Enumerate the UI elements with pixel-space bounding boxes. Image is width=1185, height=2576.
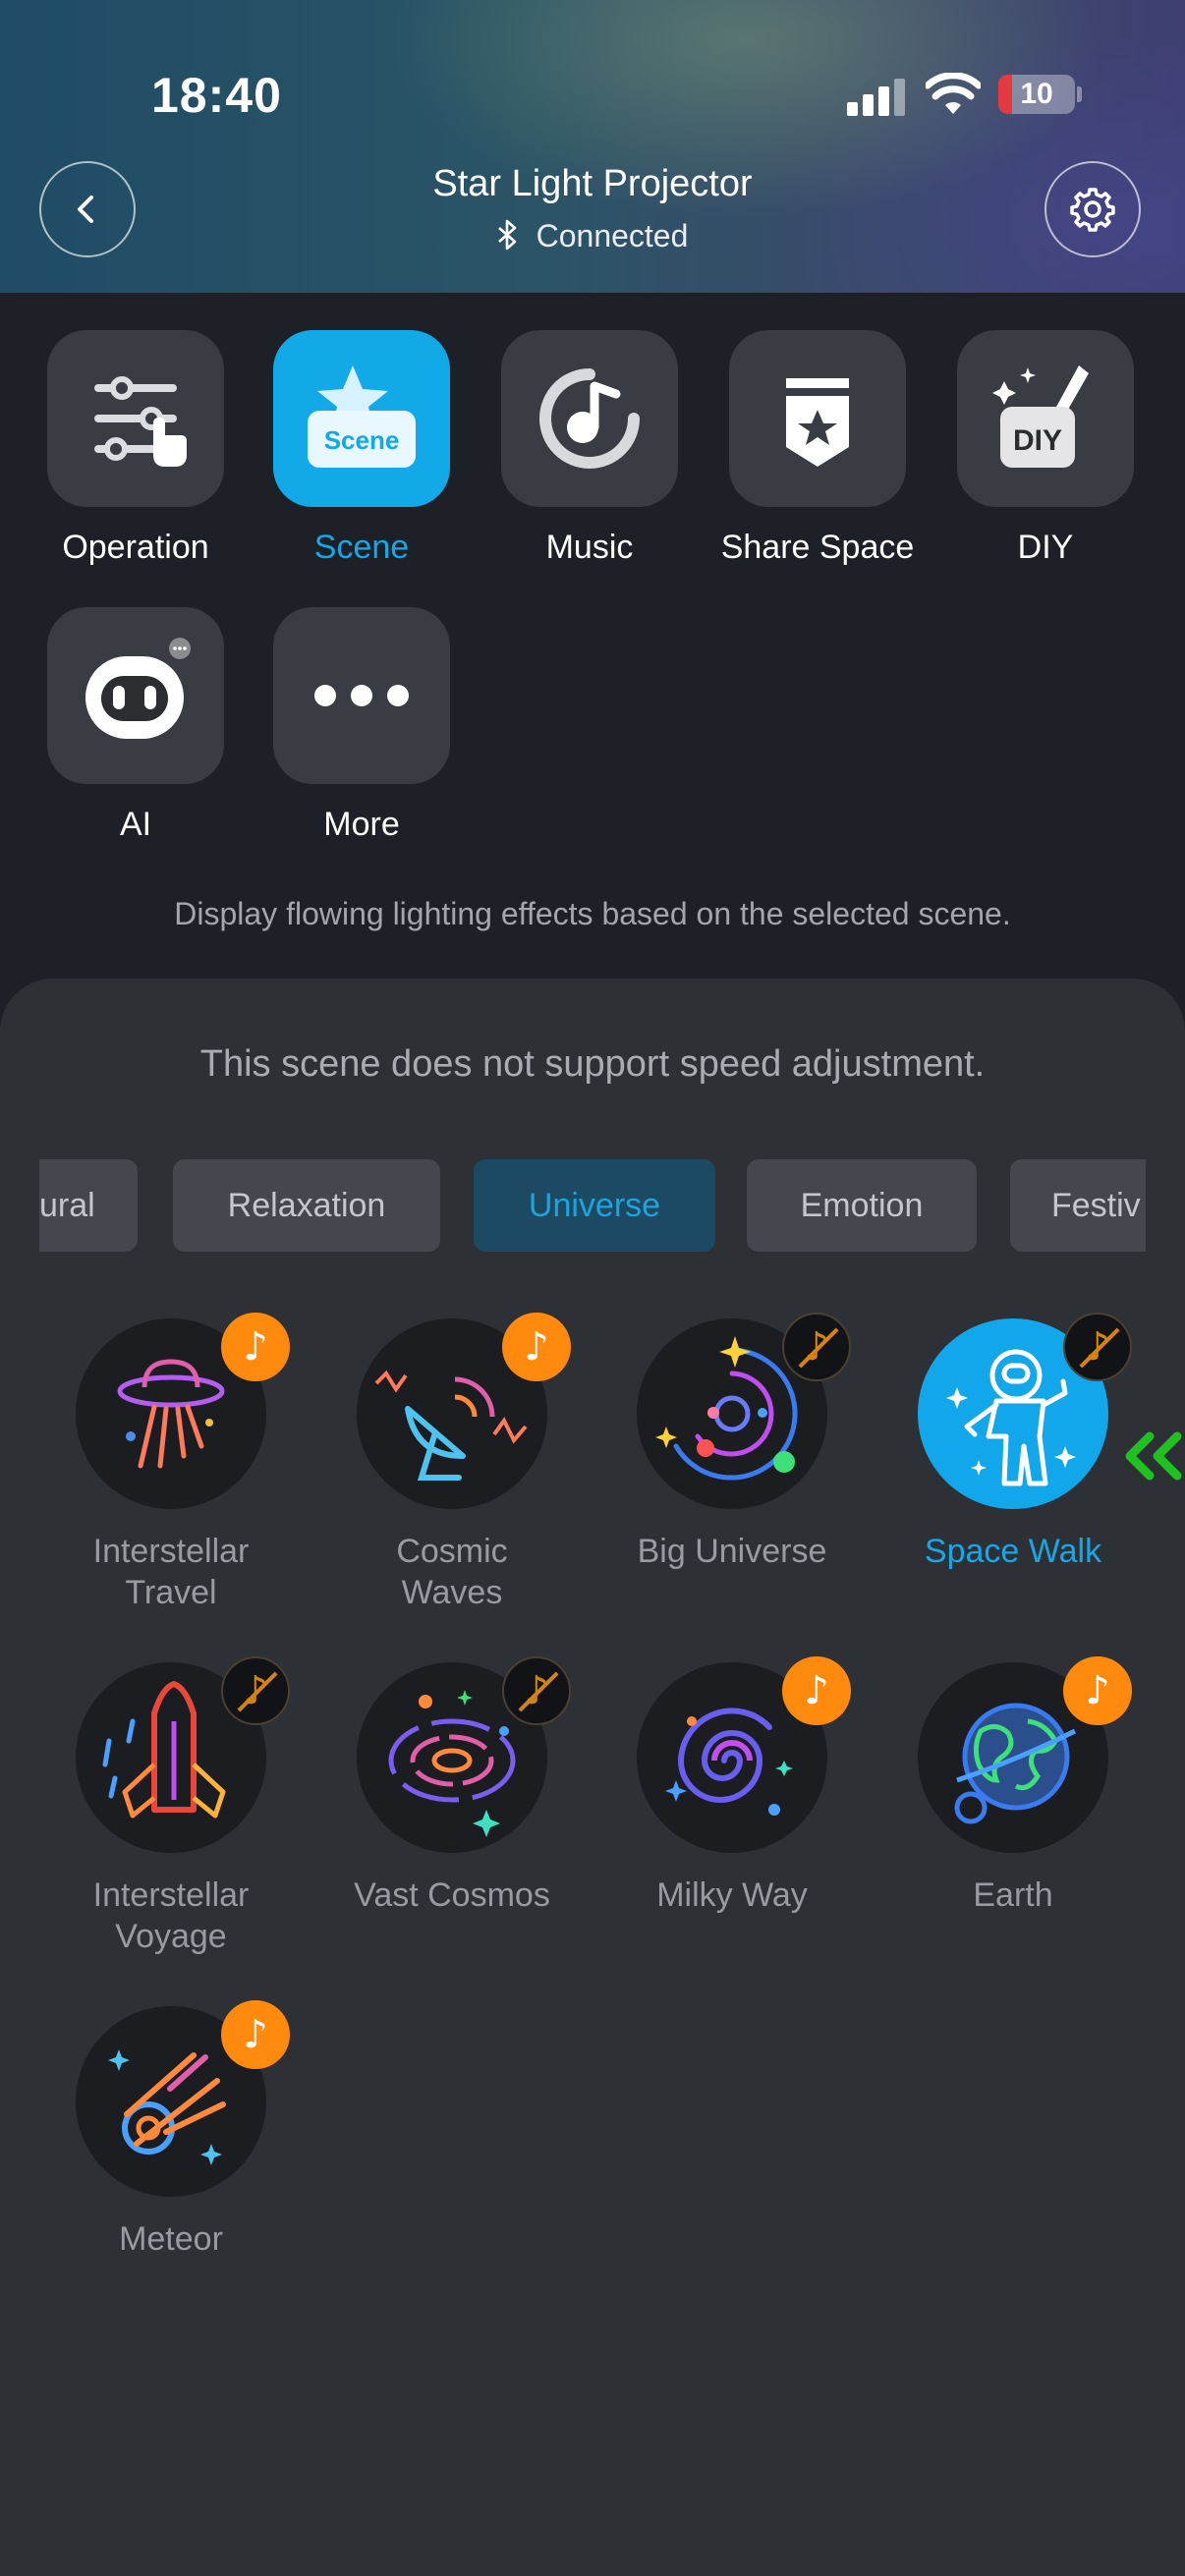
cellular-signal-icon	[847, 77, 906, 116]
sliders-icon	[47, 330, 224, 507]
settings-button[interactable]	[1044, 161, 1141, 257]
music-badge-icon: ♪	[221, 1313, 290, 1381]
speed-notice: This scene does not support speed adjust…	[199, 1043, 986, 1085]
scene-name: Cosmic Waves	[396, 1533, 508, 1611]
mode-scene-label: Scene	[313, 529, 410, 566]
rocket-icon: ♪	[76, 1656, 290, 1853]
connection-label: Connected	[536, 218, 689, 253]
mode-more[interactable]: More	[254, 607, 470, 844]
svg-text:DIY: DIY	[1013, 424, 1062, 457]
music-badge-icon: ♪	[782, 1656, 851, 1725]
scene-name: Interstellar Voyage	[92, 1876, 250, 1955]
svg-text:Scene: Scene	[324, 425, 400, 455]
scene-name: Space Walk	[924, 1533, 1102, 1570]
scene-name: Vast Cosmos	[354, 1876, 550, 1914]
mode-music[interactable]: Music	[481, 330, 698, 567]
mode-ai[interactable]: AI	[28, 607, 244, 844]
battery-level: 10	[1020, 78, 1053, 110]
milky-way-icon: ♪	[637, 1656, 851, 1853]
music-badge-icon: ♪	[221, 2000, 290, 2069]
astronaut-icon: ♪	[918, 1313, 1132, 1509]
bluetooth-icon	[497, 219, 516, 251]
scene-name: Milky Way	[656, 1876, 808, 1914]
no-music-badge-icon: ♪	[1063, 1313, 1132, 1381]
tab-universe[interactable]: Universe	[474, 1159, 715, 1252]
no-music-badge-icon: ♪	[502, 1656, 571, 1725]
tab-relaxation[interactable]: Relaxation	[173, 1159, 440, 1252]
scene-name: Meteor	[119, 2220, 223, 2258]
mode-operation[interactable]: Operation	[28, 330, 244, 567]
ai-robot-icon	[47, 607, 224, 784]
tab-festival[interactable]: Festiv	[1010, 1159, 1146, 1252]
category-tabs[interactable]: ural Relaxation Universe Emotion Festiv	[39, 1159, 1146, 1254]
scene-milky-way[interactable]: ♪ Milky Way	[604, 1656, 860, 1916]
double-chevron-left-icon	[1125, 1431, 1182, 1481]
no-music-badge-icon: ♪	[221, 1656, 290, 1725]
scene-space-walk[interactable]: ♪ Space Walk	[885, 1313, 1141, 1572]
meteor-icon: ♪	[76, 2000, 290, 2197]
satellite-dish-icon: ♪	[357, 1313, 571, 1509]
header: 18:40 10 Star Light Projector Connected	[0, 0, 1185, 293]
scene-name: Big Universe	[637, 1533, 827, 1570]
wifi-icon	[926, 73, 981, 114]
scene-name: Earth	[973, 1876, 1053, 1914]
mode-description: Display flowing lighting effects based o…	[174, 896, 1011, 931]
connection-status: Connected	[0, 218, 1185, 254]
share-space-icon	[729, 330, 906, 507]
mode-scene[interactable]: Scene Scene	[254, 330, 470, 567]
ufo-icon: ♪	[76, 1313, 290, 1509]
scene-interstellar-travel[interactable]: ♪ Interstellar Travel	[43, 1313, 299, 1613]
scene-vast-cosmos[interactable]: ♪ Vast Cosmos	[324, 1656, 580, 1916]
mode-share-space-label: Share Space	[720, 529, 915, 566]
scene-icon: Scene	[273, 330, 450, 507]
mode-music-label: Music	[545, 529, 634, 566]
spiral-galaxy-icon: ♪	[357, 1656, 571, 1853]
mode-ai-label: AI	[119, 806, 152, 843]
tab-emotion[interactable]: Emotion	[747, 1159, 977, 1252]
mode-operation-label: Operation	[62, 529, 209, 566]
gear-icon	[1070, 188, 1115, 232]
galaxy-orbit-icon: ♪	[637, 1313, 851, 1509]
mode-more-label: More	[323, 806, 400, 843]
diy-icon: DIY	[957, 330, 1134, 507]
scene-earth[interactable]: ♪ Earth	[885, 1656, 1141, 1916]
no-music-badge-icon: ♪	[782, 1313, 851, 1381]
scene-big-universe[interactable]: ♪ Big Universe	[604, 1313, 860, 1572]
battery-icon: 10	[998, 75, 1075, 114]
device-title: Star Light Projector	[432, 163, 753, 204]
scene-meteor[interactable]: ♪ Meteor	[43, 2000, 299, 2260]
music-badge-icon: ♪	[502, 1313, 571, 1381]
mode-diy-label: DIY	[1017, 529, 1074, 566]
scene-name: Interstellar Travel	[92, 1533, 250, 1611]
more-icon	[273, 607, 450, 784]
mode-share-space[interactable]: Share Space	[709, 330, 926, 567]
scene-interstellar-voyage[interactable]: ♪ InterstellarVoyage	[43, 1656, 299, 1957]
scene-cosmic-waves[interactable]: ♪ Cosmic Waves	[324, 1313, 580, 1613]
status-time: 18:40	[151, 68, 282, 123]
music-badge-icon: ♪	[1063, 1656, 1132, 1725]
mode-diy[interactable]: DIY DIY	[937, 330, 1154, 567]
earth-icon: ♪	[918, 1656, 1132, 1853]
music-disc-icon	[501, 330, 678, 507]
tab-natural[interactable]: ural	[39, 1159, 138, 1252]
